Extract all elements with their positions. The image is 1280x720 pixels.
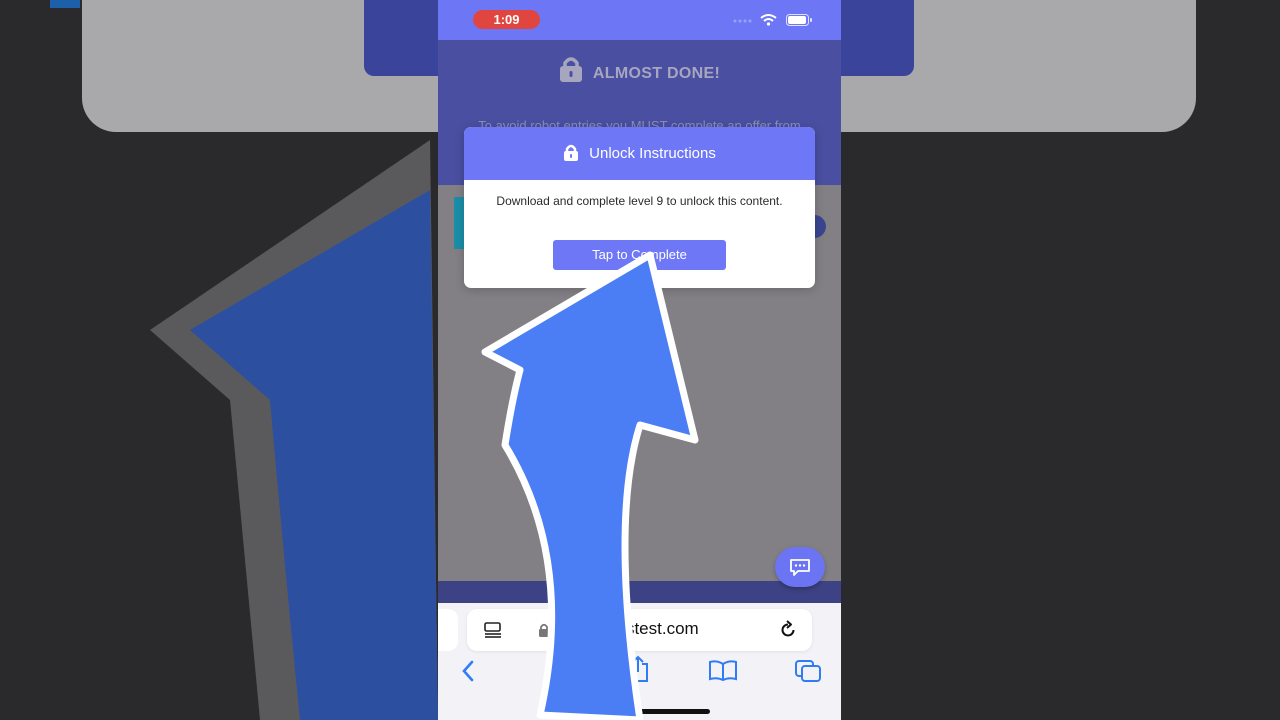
lock-icon — [563, 130, 579, 183]
previous-tab-edge[interactable] — [438, 609, 458, 651]
recording-time-pill: 1:09 — [473, 10, 540, 29]
chat-button[interactable] — [775, 547, 825, 587]
lock-icon — [559, 56, 583, 87]
page-title: ALMOST DONE! — [438, 56, 841, 87]
bookmarks-icon[interactable] — [708, 659, 738, 681]
padlock-icon — [539, 623, 549, 637]
browser-nav-bar — [438, 655, 841, 687]
chat-icon — [790, 559, 810, 576]
modal-instructions: Download and complete level 9 to unlock … — [496, 194, 783, 208]
home-indicator — [569, 709, 710, 714]
browser-toolbar: cl serstest.com — [438, 603, 841, 720]
reload-icon[interactable] — [778, 620, 798, 640]
footer-strip — [438, 581, 841, 603]
battery-icon — [786, 14, 812, 26]
status-bar: 1:09 — [438, 0, 841, 40]
unlock-modal: Unlock Instructions Download and complet… — [464, 127, 815, 288]
modal-header: Unlock Instructions — [464, 127, 815, 180]
tap-to-complete-button[interactable]: Tap to Complete — [553, 240, 726, 270]
offer-thumbnail — [454, 197, 464, 249]
wifi-icon — [760, 14, 777, 26]
share-icon[interactable] — [626, 655, 650, 683]
back-icon[interactable] — [460, 659, 476, 683]
url-text[interactable]: cl serstest.com — [557, 619, 699, 639]
tabs-icon[interactable] — [794, 659, 822, 683]
phone-screen: 1:09 ALMOST DONE! To avoid robot entries… — [438, 0, 841, 720]
signal-icon — [733, 19, 752, 23]
page-heading-text: ALMOST DONE! — [592, 65, 721, 82]
reader-mode-icon[interactable] — [484, 622, 502, 638]
forward-icon[interactable] — [546, 659, 562, 683]
address-bar[interactable]: cl serstest.com — [467, 609, 812, 651]
modal-title: Unlock Instructions — [589, 145, 716, 162]
